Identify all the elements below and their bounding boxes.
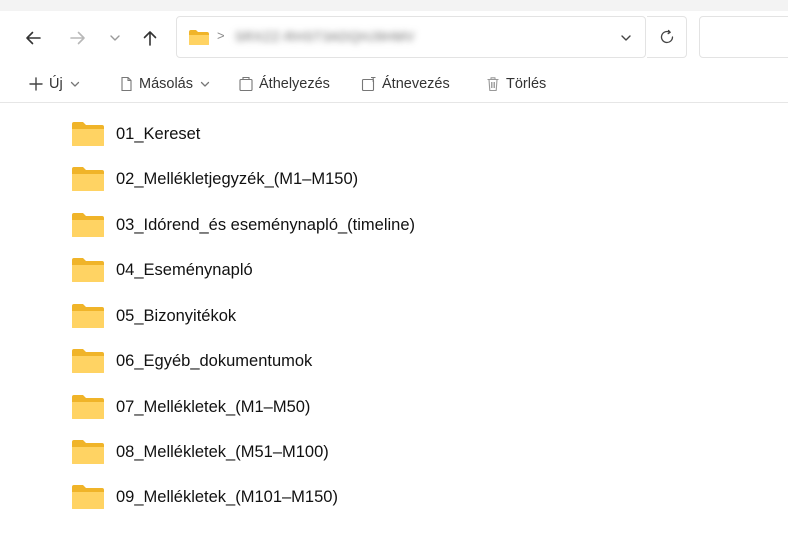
command-bar: Új Másolás Áthelyezés Átnevezés Törlés [0,65,788,103]
folder-icon [72,258,104,282]
folder-icon [72,167,104,191]
trash-icon [487,77,499,92]
folder-item[interactable]: 03_Idórend_és eseménynapló_(timeline) [70,205,590,245]
move-button[interactable]: Áthelyezés [238,65,330,103]
folder-item[interactable]: 01_Kereset [70,114,590,154]
folder-item[interactable]: 09_Mellékletek_(M101–M150) [70,477,590,517]
folder-name: 03_Idórend_és eseménynapló_(timeline) [116,215,416,234]
rename-button-label: Átnevezés [382,76,450,92]
folder-icon [72,440,104,464]
chevron-down-icon [70,81,79,87]
address-bar[interactable]: > SRXZZ-RHST3ADQHJ9HMV [176,16,646,58]
folder-icon [72,485,104,509]
folder-item[interactable]: 07_Mellékletek_(M1–M50) [70,387,590,427]
folder-icon [189,30,209,45]
folder-name: 06_Egyéb_dokumentumok [116,351,313,370]
breadcrumb-separator: > [217,28,225,43]
back-button[interactable] [18,23,48,53]
folder-item[interactable]: 04_Eseménynapló [70,250,590,290]
chevron-down-icon [110,35,120,41]
folder-name: 08_Mellékletek_(M51–M100) [116,442,329,461]
folder-name: 07_Mellékletek_(M1–M50) [116,397,311,416]
search-input[interactable] [699,16,788,58]
folder-icon [72,304,104,328]
folder-icon [72,349,104,373]
forward-button[interactable] [63,23,93,53]
copy-button-label: Másolás [139,76,193,92]
folder-item[interactable]: 02_Mellékletjegyzék_(M1–M150) [70,159,590,199]
chevron-down-icon[interactable] [619,31,633,45]
delete-button-label: Törlés [506,76,547,92]
folder-name: 04_Eseménynapló [116,260,253,279]
folder-name: 05_Bizonyitékok [116,306,237,325]
rename-button[interactable]: Átnevezés [361,65,450,103]
refresh-icon [660,29,673,44]
breadcrumb-path[interactable]: SRXZZ-RHST3ADQHJ9HMV [235,29,415,44]
folder-icon [72,395,104,419]
rename-icon [361,76,376,92]
folder-icon [72,213,104,237]
move-icon [239,76,253,92]
arrow-up-icon [143,31,157,46]
folder-name: 02_Mellékletjegyzék_(M1–M150) [116,169,359,188]
new-button-label: Új [49,76,63,92]
chevron-down-icon [200,81,210,87]
arrow-left-icon [26,31,41,45]
arrow-right-icon [70,31,85,45]
new-button[interactable]: Új [28,65,81,103]
folder-name: 01_Kereset [116,124,201,143]
folder-item[interactable]: 05_Bizonyitékok [70,296,590,336]
copy-button[interactable]: Másolás [118,65,211,103]
window-top-strip [0,0,788,11]
move-button-label: Áthelyezés [259,76,330,92]
up-button[interactable] [135,23,165,53]
copy-icon [121,76,132,92]
refresh-button[interactable] [647,16,687,58]
plus-icon [29,77,43,91]
folder-item[interactable]: 06_Egyéb_dokumentumok [70,341,590,381]
folder-item[interactable]: 08_Mellékletek_(M51–M100) [70,432,590,472]
recent-locations-button[interactable] [100,23,130,53]
navigation-bar: > SRXZZ-RHST3ADQHJ9HMV [0,11,788,65]
folder-name: 09_Mellékletek_(M101–M150) [116,487,338,506]
folder-icon [72,122,104,146]
delete-button[interactable]: Törlés [485,65,546,103]
